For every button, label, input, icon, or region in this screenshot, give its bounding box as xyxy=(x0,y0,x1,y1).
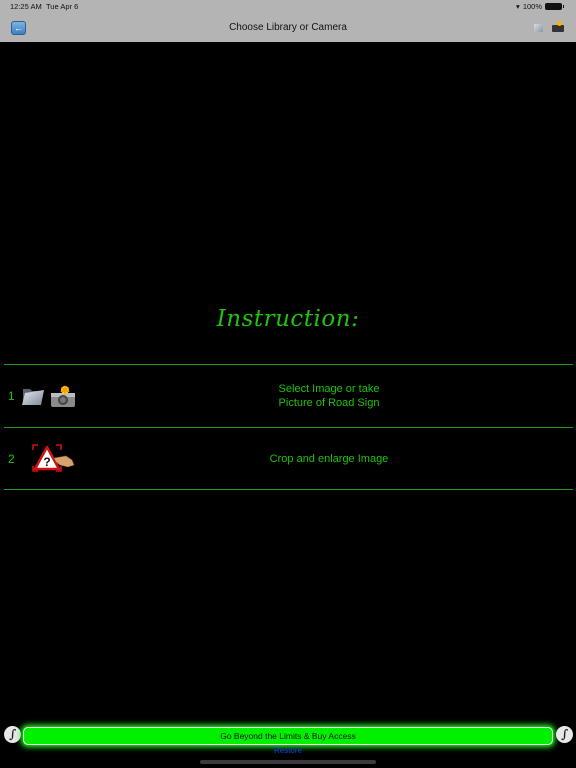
instruction-heading: Instruction: xyxy=(216,306,360,332)
navigation-bar: 12:25 AM Tue Apr 6 ▾ 100% ← Choose Libra… xyxy=(0,0,576,42)
photo-library-button[interactable] xyxy=(534,22,544,32)
divider xyxy=(4,364,573,365)
divider xyxy=(4,489,573,490)
camera-button[interactable] xyxy=(552,21,564,33)
camera-flash-icon xyxy=(51,385,75,407)
crop-road-sign-icon: ? xyxy=(32,444,75,472)
instruction-step-2: 2 ? Crop and enlarge Image xyxy=(4,428,573,489)
battery-percent: 100% xyxy=(522,2,542,11)
wifi-icon: ▾ xyxy=(516,2,520,11)
step-number: 1 xyxy=(8,389,15,403)
flash-icon xyxy=(557,21,562,26)
instruction-step-1: 1 Select Image or take Picture of Road S… xyxy=(4,366,573,427)
camera-icon xyxy=(552,25,564,32)
step-description: Crop and enlarge Image xyxy=(269,453,389,465)
svg-text:?: ? xyxy=(43,455,50,469)
buy-access-button[interactable]: Go Beyond the Limits & Buy Access xyxy=(23,727,553,745)
home-indicator[interactable] xyxy=(200,760,376,764)
folder-icon xyxy=(22,389,44,405)
app-logo-icon: ∫ xyxy=(4,726,21,743)
restore-button[interactable]: Restore xyxy=(0,746,576,755)
battery-icon xyxy=(545,3,564,10)
step-description: Select Image or take Picture of Road Sig… xyxy=(278,383,380,409)
status-indicators: ▾ 100% xyxy=(516,2,564,11)
app-logo-icon: ∫ xyxy=(556,726,573,743)
page-title: Choose Library or Camera xyxy=(229,22,347,33)
photo-library-icon xyxy=(534,24,543,32)
status-date: Tue Apr 6 xyxy=(46,2,79,11)
step-number: 2 xyxy=(8,452,15,466)
status-time: 12:25 AM xyxy=(10,2,42,11)
